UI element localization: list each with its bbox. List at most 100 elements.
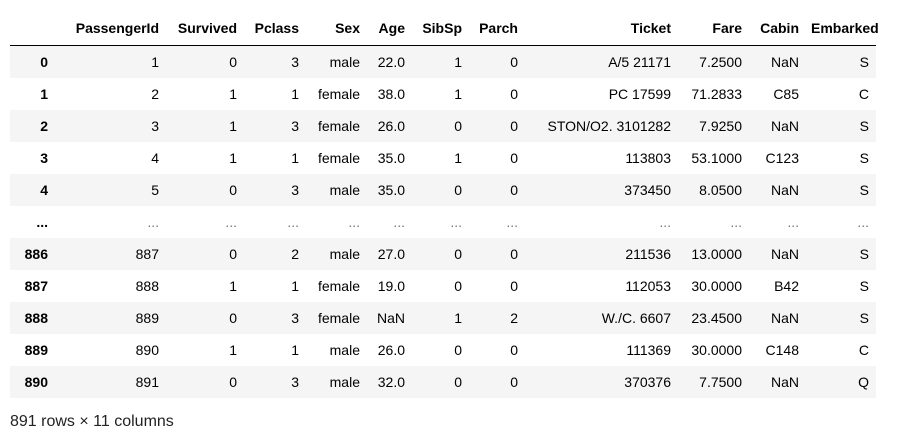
table-cell: 2 [291, 246, 299, 262]
table-cell: female [317, 86, 360, 102]
table-cell: S [859, 246, 869, 262]
table-cell: S [859, 150, 869, 166]
table-cell: 0 [454, 182, 462, 198]
table-cell: W./C. 6607 [601, 310, 671, 326]
table-cell: 27.0 [377, 246, 405, 262]
table-row: 2 3 1 3 female 26.0 0 0 STON/O2. 3101282 7.9250 Na… [10, 110, 876, 142]
table-cell: 1 [454, 54, 462, 70]
table-cell: 0 [454, 118, 462, 134]
row-index: 889 [24, 342, 48, 358]
table-cell: 1 [291, 278, 299, 294]
table-cell: 22.0 [377, 54, 405, 70]
table-cell: NaN [770, 246, 799, 262]
table-cell: 1 [229, 118, 237, 134]
column-header: Age [367, 10, 412, 46]
column-header: Ticket [525, 10, 678, 46]
table-cell: 1 [229, 342, 237, 358]
table-cell: 1 [454, 86, 462, 102]
table-cell: PC 17599 [608, 86, 671, 102]
table-cell: NaN [770, 182, 799, 198]
table-cell: 19.0 [377, 278, 405, 294]
column-header: PassengerId [55, 10, 166, 46]
table-cell: C123 [765, 150, 799, 166]
table-cell: male [329, 182, 360, 198]
table-cell: 3 [151, 118, 159, 134]
table-cell: C [858, 342, 869, 358]
column-header: Embarked [806, 10, 879, 46]
table-cell: 1 [229, 150, 237, 166]
row-index: 888 [24, 310, 48, 326]
table-cell: Q [858, 374, 869, 390]
table-cell: ... [857, 214, 869, 230]
row-index: 886 [24, 246, 48, 262]
table-cell: female [317, 278, 360, 294]
table-cell: NaN [770, 118, 799, 134]
table-row: 889 890 1 1 male 26.0 0 0 111369 30.0000 C148 C [10, 334, 876, 366]
table-cell: 8.0500 [699, 182, 742, 198]
row-index: 3 [40, 150, 48, 166]
table-cell: 1 [454, 310, 462, 326]
table-cell: 1 [291, 86, 299, 102]
table-row: 886 887 0 2 male 27.0 0 0 211536 13.0000 NaN S [10, 238, 876, 270]
table-row: 1 2 1 1 female 38.0 1 0 PC 17599 71.2833 C85 C [10, 78, 876, 110]
shape-summary: 891 rows × 11 columns [10, 413, 174, 430]
table-cell: 0 [454, 342, 462, 358]
table-row: 0 1 0 3 male 22.0 1 0 A/5 21171 7.2500 NaN S [10, 45, 876, 78]
dataframe-output: PassengerId Survived Pclass Sex Age SibSp Parc… [0, 0, 907, 431]
table-cell: 2 [510, 310, 518, 326]
table-cell: 890 [135, 342, 159, 358]
row-index: ... [36, 214, 48, 230]
row-index: 890 [24, 374, 48, 390]
table-cell: 26.0 [377, 118, 405, 134]
table-cell: 1 [229, 86, 237, 102]
table-cell: 887 [135, 246, 159, 262]
table-cell: 0 [454, 246, 462, 262]
table-cell: 0 [510, 374, 518, 390]
table-cell: C85 [773, 86, 799, 102]
table-cell: 112053 [625, 278, 671, 294]
table-cell: 1 [151, 54, 159, 70]
row-index: 0 [40, 54, 48, 70]
table-cell: 0 [510, 182, 518, 198]
table-cell: A/5 21171 [608, 54, 671, 70]
table-cell: 0 [510, 278, 518, 294]
table-cell: 30.0000 [691, 342, 742, 358]
table-cell: 373450 [624, 182, 671, 198]
table-cell: B42 [774, 278, 799, 294]
row-index: 1 [40, 86, 48, 102]
table-cell: 0 [229, 374, 237, 390]
table-cell: ... [147, 214, 159, 230]
table-cell: 71.2833 [691, 86, 742, 102]
table-cell: 32.0 [377, 374, 405, 390]
table-cell: ... [659, 214, 671, 230]
table-cell: 3 [291, 310, 299, 326]
table-cell: 0 [510, 246, 518, 262]
table-cell: 35.0 [377, 182, 405, 198]
table-cell: 35.0 [377, 150, 405, 166]
table-cell: 1 [291, 150, 299, 166]
table-cell: 0 [510, 54, 518, 70]
table-cell: 38.0 [377, 86, 405, 102]
table-cell: NaN [770, 54, 799, 70]
table-cell: 5 [151, 182, 159, 198]
table-row: 888 889 0 3 female NaN 1 2 W./C. 6607 23.4500 NaN S [10, 302, 876, 334]
table-cell: 891 [135, 374, 159, 390]
table-cell: 889 [135, 310, 159, 326]
table-cell: male [329, 342, 360, 358]
table-cell: ... [287, 214, 299, 230]
table-cell: S [859, 278, 869, 294]
table-cell: NaN [376, 310, 405, 326]
table-cell: 1 [454, 150, 462, 166]
table-cell: female [317, 150, 360, 166]
table-cell: 3 [291, 118, 299, 134]
column-header: SibSp [412, 10, 469, 46]
column-header: Pclass [244, 10, 306, 46]
table-cell: 0 [510, 86, 518, 102]
column-header: Fare [678, 10, 749, 46]
table-cell: C [858, 86, 869, 102]
column-header: Cabin [749, 10, 806, 46]
table-row: 887 888 1 1 female 19.0 0 0 112053 30.0000 B42 S [10, 270, 876, 302]
table-cell: 0 [510, 118, 518, 134]
table-cell: 0 [510, 342, 518, 358]
table-cell: male [329, 374, 360, 390]
